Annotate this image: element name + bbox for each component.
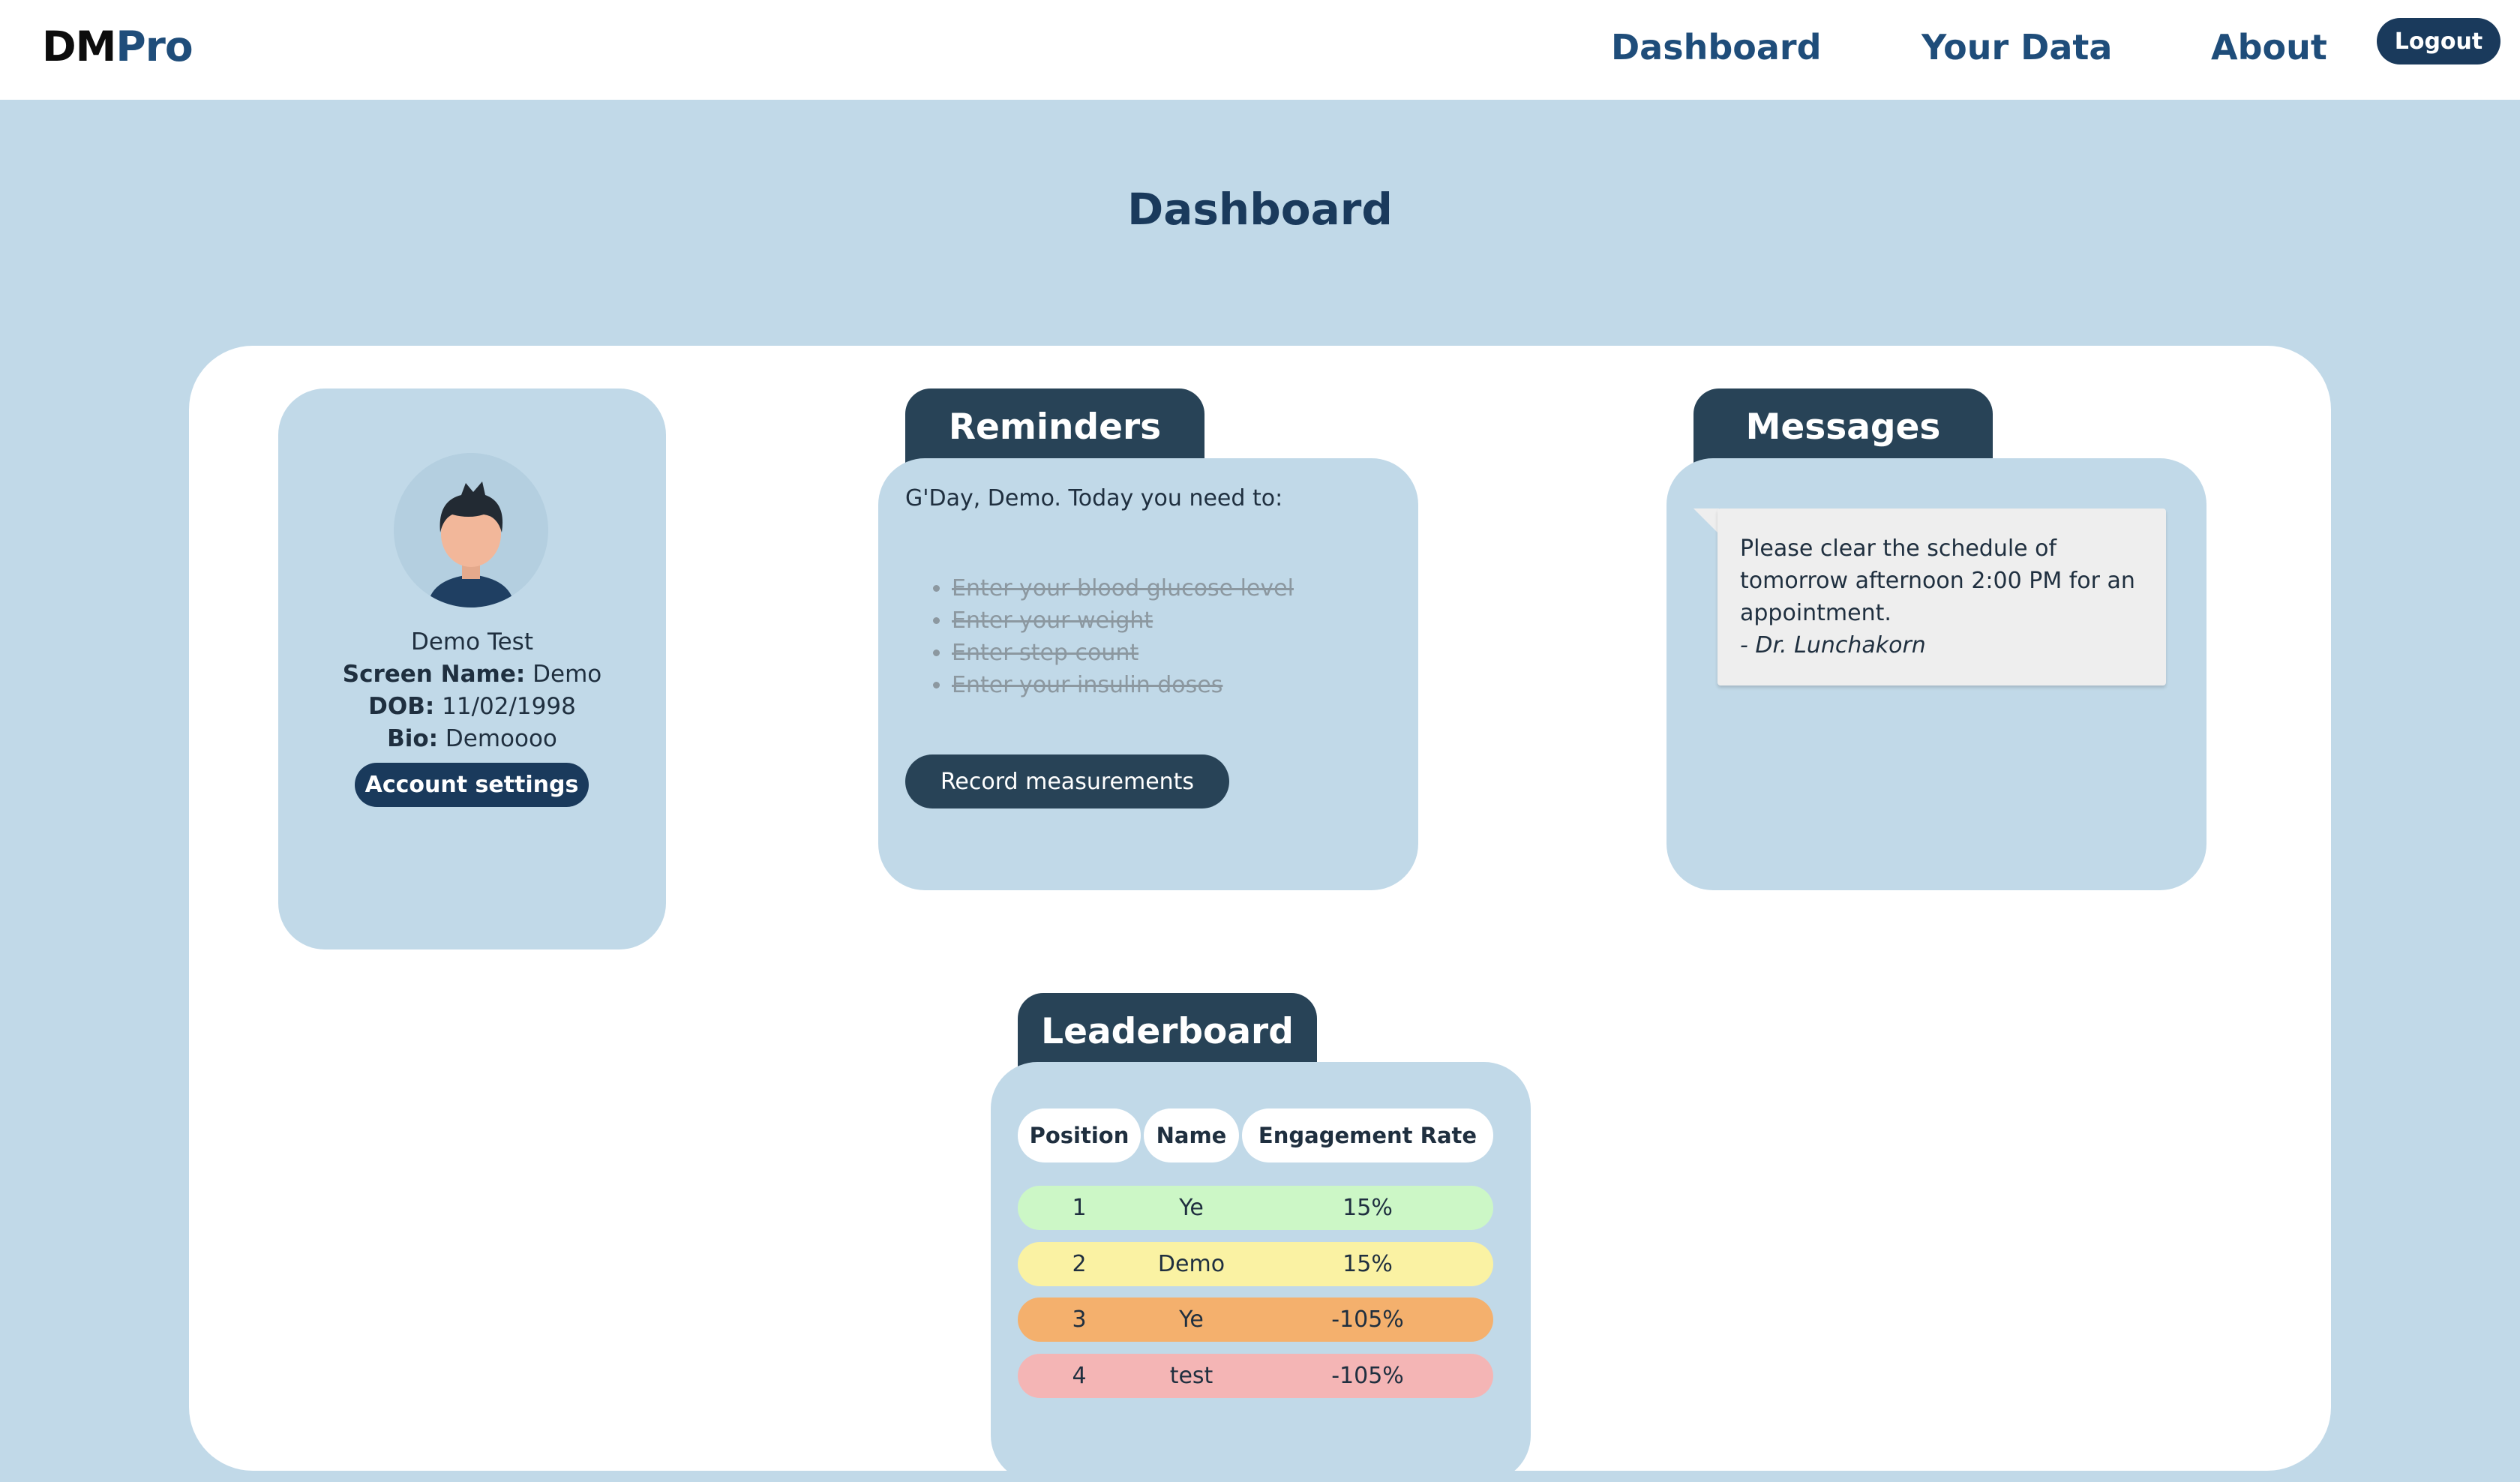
leaderboard-row: 3 Ye -105% — [1018, 1298, 1493, 1342]
profile-full-name: Demo Test — [410, 628, 533, 656]
profile-dob: DOB: 11/02/1998 — [278, 693, 666, 720]
leaderboard-cell-position: 1 — [1072, 1195, 1087, 1221]
page-title: Dashboard — [1127, 184, 1393, 235]
message-bubble: Please clear the schedule of tomorrow af… — [1718, 508, 2166, 686]
leaderboard-panel: Position Name Engagement Rate 1 Ye 15% 2… — [991, 1062, 1531, 1482]
dob-value: 11/02/1998 — [442, 693, 576, 720]
leaderboard-cell-rate: -105% — [1331, 1363, 1404, 1389]
nav-link-your-data[interactable]: Your Data — [1922, 27, 2112, 68]
reminders-panel: G'Day, Demo. Today you need to: Enter yo… — [878, 458, 1418, 890]
reminder-item: Enter your blood glucose level — [952, 572, 1294, 604]
leaderboard-cell-rate: -105% — [1331, 1306, 1404, 1333]
logout-button[interactable]: Logout — [2377, 18, 2500, 64]
messages-tab: Messages — [1694, 388, 1993, 464]
brand-logo[interactable]: DMPro — [42, 22, 194, 70]
leaderboard-row: 2 Demo 15% — [1018, 1242, 1493, 1286]
leaderboard-cell-name: Ye — [1179, 1195, 1204, 1221]
leaderboard-header-engagement-rate: Engagement Rate — [1242, 1108, 1493, 1162]
message-text: Please clear the schedule of tomorrow af… — [1740, 536, 2135, 626]
leaderboard-header-position: Position — [1018, 1108, 1141, 1162]
leaderboard-cell-position: 3 — [1072, 1306, 1087, 1333]
leaderboard-cell-name: test — [1169, 1363, 1214, 1389]
avatar-icon — [394, 453, 548, 608]
leaderboard-cell-position: 2 — [1072, 1251, 1087, 1277]
leaderboard-cell-rate: 15% — [1342, 1195, 1393, 1221]
message-bubble-tail — [1694, 508, 1719, 534]
account-settings-button[interactable]: Account settings — [355, 763, 589, 807]
reminders-tab: Reminders — [905, 388, 1204, 464]
leaderboard-header-name: Name — [1144, 1108, 1239, 1162]
reminder-item: Enter your insulin doses — [952, 669, 1294, 701]
bio-label: Bio: — [387, 725, 439, 752]
messages-panel: Please clear the schedule of tomorrow af… — [1666, 458, 2206, 890]
nav-link-dashboard[interactable]: Dashboard — [1611, 27, 1822, 68]
leaderboard-cell-position: 4 — [1072, 1363, 1087, 1389]
leaderboard-row: 1 Ye 15% — [1018, 1186, 1493, 1230]
leaderboard-cell-name: Ye — [1179, 1306, 1204, 1333]
nav-link-about[interactable]: About — [2211, 27, 2327, 68]
dob-label: DOB: — [368, 693, 435, 720]
reminder-item: Enter step count — [952, 637, 1294, 669]
top-navbar: DMPro Dashboard Your Data About Logout — [0, 0, 2520, 100]
brand-text-dm: DM — [42, 22, 116, 70]
brand-text-pro: Pro — [116, 22, 193, 70]
leaderboard-row: 4 test -105% — [1018, 1354, 1493, 1398]
reminders-list: Enter your blood glucose level Enter you… — [952, 572, 1294, 701]
leaderboard-cell-name: Demo — [1157, 1251, 1226, 1277]
screen-name-value: Demo — [532, 661, 602, 688]
screen-name-label: Screen Name: — [342, 661, 526, 688]
record-measurements-button[interactable]: Record measurements — [905, 754, 1229, 808]
reminders-greeting: G'Day, Demo. Today you need to: — [905, 485, 1283, 512]
profile-screen-name: Screen Name: Demo — [278, 661, 666, 688]
leaderboard-tab: Leaderboard — [1018, 993, 1317, 1068]
message-signature: - Dr. Lunchakorn — [1740, 632, 1926, 658]
leaderboard-cell-rate: 15% — [1342, 1251, 1393, 1277]
reminder-item: Enter your weight — [952, 604, 1294, 637]
profile-card: Demo Test Screen Name: Demo DOB: 11/02/1… — [278, 388, 666, 950]
profile-bio: Bio: Demoooo — [278, 725, 666, 752]
bio-value: Demoooo — [445, 725, 557, 752]
